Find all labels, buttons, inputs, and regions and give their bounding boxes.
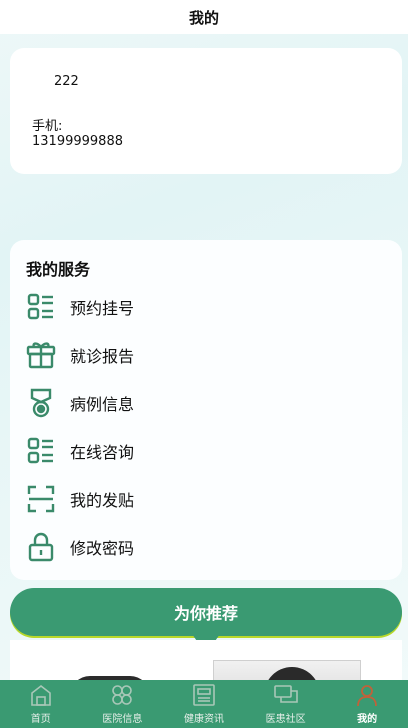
tab-me[interactable]: 我的 (326, 680, 408, 728)
service-item-appointment[interactable]: 预约挂号 (26, 287, 386, 327)
service-item-case-info[interactable]: 病例信息 (26, 383, 386, 423)
service-label: 病例信息 (70, 395, 135, 414)
clover-icon (112, 685, 133, 705)
recommend-banner: 为你推荐 (10, 588, 402, 636)
list-icon (26, 436, 56, 466)
chat-icon (273, 685, 298, 703)
page-header: 我的 (0, 0, 408, 34)
tab-community[interactable]: 医患社区 (245, 680, 327, 728)
tab-label: 健康资讯 (183, 714, 224, 725)
scan-icon (26, 484, 56, 514)
tab-label: 医患社区 (265, 714, 306, 725)
home-icon (30, 684, 51, 706)
medal-icon (26, 388, 56, 418)
tab-home[interactable]: 首页 (0, 680, 82, 728)
service-label: 预约挂号 (70, 299, 135, 318)
recommend-title: 为你推荐 (173, 604, 238, 623)
page-title: 我的 (188, 8, 219, 27)
service-label: 在线咨询 (70, 443, 135, 462)
bottom-tab-bar: 首页 医院信息 健康资讯 医患社区 我的 (0, 680, 408, 728)
phone-number: 13199999888 (32, 134, 123, 149)
service-label: 我的发贴 (70, 491, 135, 510)
service-item-report[interactable]: 就诊报告 (26, 335, 386, 375)
list-icon (26, 292, 56, 322)
profile-name: 222 (54, 74, 79, 89)
profile-card: 222 手机: 13199999888 (10, 48, 402, 174)
tab-label: 医院信息 (102, 714, 143, 725)
services-title: 我的服务 (26, 260, 91, 279)
user-icon (357, 685, 378, 707)
tab-label: 首页 (30, 714, 51, 725)
tab-hospital-info[interactable]: 医院信息 (82, 680, 164, 728)
newspaper-icon (193, 684, 215, 706)
service-label: 就诊报告 (70, 347, 135, 366)
lock-icon (26, 532, 56, 562)
service-item-change-password[interactable]: 修改密码 (26, 527, 386, 567)
gift-icon (26, 340, 56, 370)
services-card: 我的服务 预约挂号 就诊报告 病例信息 在线咨询 我的发贴 修改密码 (10, 240, 402, 580)
phone-label: 手机: (32, 119, 63, 134)
service-item-consult[interactable]: 在线咨询 (26, 431, 386, 471)
service-label: 修改密码 (70, 539, 135, 558)
service-item-my-posts[interactable]: 我的发贴 (26, 479, 386, 519)
tab-health-news[interactable]: 健康资讯 (163, 680, 245, 728)
tab-label: 我的 (357, 714, 378, 725)
